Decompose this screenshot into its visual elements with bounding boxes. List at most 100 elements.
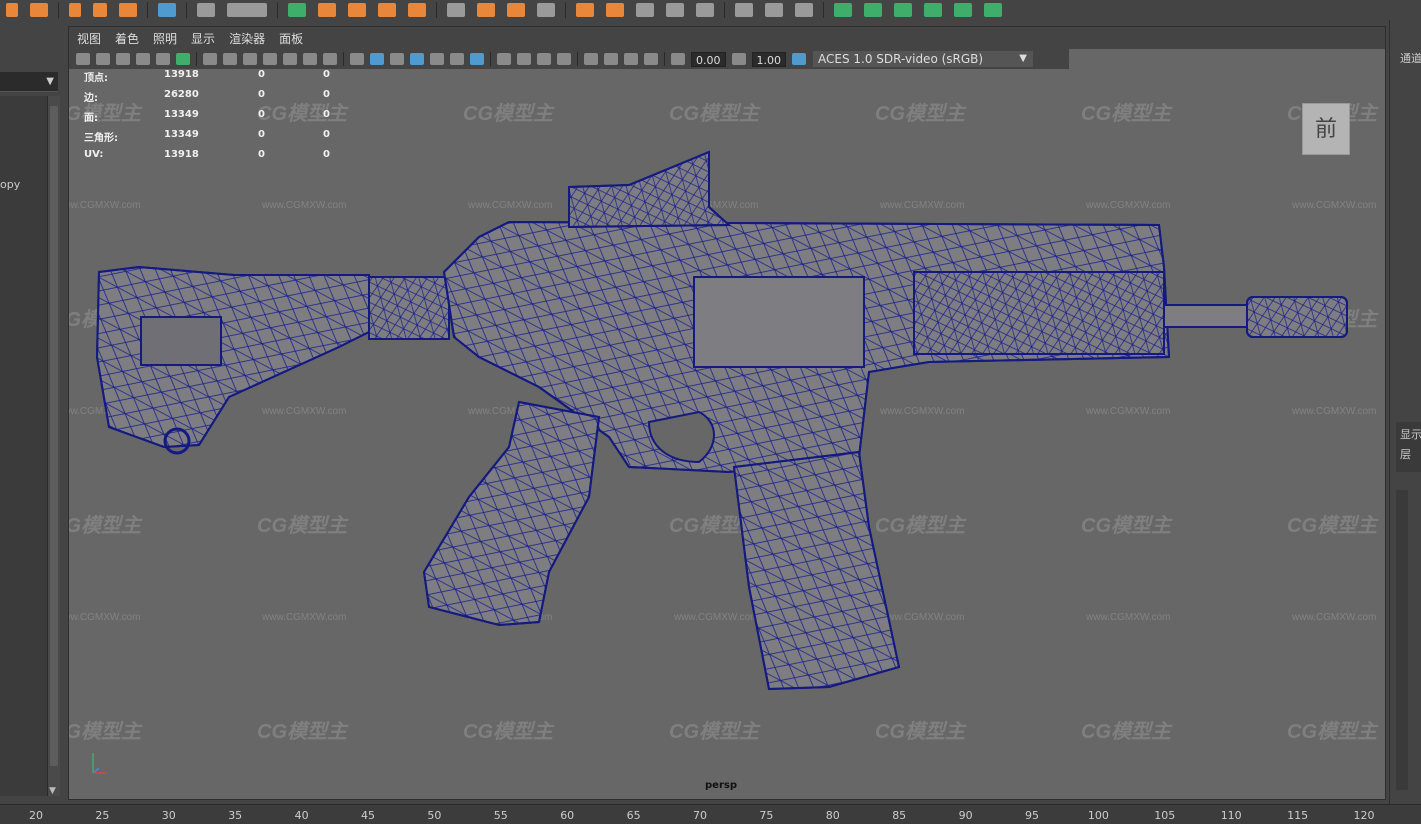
textured-icon[interactable] <box>430 53 444 65</box>
timeline-tick: 110 <box>1220 809 1242 822</box>
uv-icon[interactable] <box>408 3 426 17</box>
camera-icon[interactable] <box>537 3 555 17</box>
camera-icon[interactable] <box>76 53 90 65</box>
screen-space-ao-icon[interactable] <box>497 53 511 65</box>
render-icon[interactable] <box>477 3 495 17</box>
curve-icon[interactable] <box>795 3 813 17</box>
motion-blur-icon[interactable] <box>517 53 531 65</box>
hud-value: 13918 <box>164 149 199 160</box>
time-slider[interactable]: 20 25 30 35 40 45 50 55 60 65 70 75 80 85 90 95 100 105 11… <box>0 804 1421 824</box>
shadows-icon[interactable] <box>470 53 484 65</box>
gamma-icon[interactable] <box>731 53 746 65</box>
curve-icon[interactable] <box>288 3 306 17</box>
xray-icon[interactable] <box>604 53 618 65</box>
curve-icon[interactable] <box>834 3 852 17</box>
view-cube[interactable]: 前 <box>1302 103 1350 155</box>
film-gate-icon[interactable] <box>223 53 237 65</box>
image-plane-icon[interactable] <box>136 53 150 65</box>
shelf-separator <box>565 2 566 18</box>
gamma-field[interactable]: 1.00 <box>751 51 786 67</box>
curve-icon[interactable] <box>924 3 942 17</box>
grease-pencil-icon[interactable] <box>176 53 190 65</box>
menu-view[interactable]: 视图 <box>77 30 101 47</box>
channel-box-panel: 通道 显示 层 <box>1389 20 1421 804</box>
smooth-shade-icon[interactable] <box>370 53 384 65</box>
depth-of-field-icon[interactable] <box>557 53 571 65</box>
channel-box-label[interactable]: 通道 <box>1400 50 1421 66</box>
wireframe-icon[interactable] <box>350 53 364 65</box>
light-icon[interactable] <box>378 3 396 17</box>
lights-icon[interactable] <box>450 53 464 65</box>
anti-aliasing-icon[interactable] <box>537 53 551 65</box>
exposure-icon[interactable] <box>671 53 685 65</box>
light-icon[interactable] <box>606 3 624 17</box>
toolbar-separator <box>664 52 665 66</box>
view-transform-select[interactable]: ACES 1.0 SDR-video (sRGB) ▼ <box>813 51 1033 67</box>
timeline-tick: 105 <box>1154 809 1176 822</box>
bookmark-icon[interactable] <box>116 53 130 65</box>
xform-icon[interactable] <box>227 3 267 17</box>
timeline-tick: 55 <box>493 809 508 822</box>
rifle-magazine <box>732 450 901 691</box>
camera-icon[interactable] <box>197 3 215 17</box>
scrollbar-thumb[interactable] <box>50 106 58 766</box>
grid-icon[interactable] <box>158 3 176 17</box>
isolate-select-icon[interactable] <box>584 53 598 65</box>
outliner-item[interactable]: opy <box>0 178 20 191</box>
outliner-panel: ▼ opy ▼ <box>0 20 66 804</box>
timeline-tick: 100 <box>1087 809 1109 822</box>
color-management-icon[interactable] <box>792 53 806 65</box>
curve-icon[interactable] <box>894 3 912 17</box>
safe-title-icon[interactable] <box>323 53 337 65</box>
field-chart-icon[interactable] <box>283 53 297 65</box>
wireframe-on-shaded-icon[interactable] <box>410 53 424 65</box>
curve-icon[interactable] <box>864 3 882 17</box>
grid-icon[interactable] <box>666 3 684 17</box>
exposure-field[interactable]: 0.00 <box>691 51 726 67</box>
safe-action-icon[interactable] <box>303 53 317 65</box>
xray-joints-icon[interactable] <box>624 53 638 65</box>
rotate-icon[interactable] <box>93 3 107 17</box>
timeline-tick: 85 <box>892 809 907 822</box>
default-material-icon[interactable] <box>390 53 404 65</box>
resolution-gate-icon[interactable] <box>243 53 257 65</box>
layer-tab[interactable]: 层 <box>1400 446 1411 462</box>
move-icon[interactable] <box>30 3 48 17</box>
timeline-tick: 25 <box>95 809 110 822</box>
display-tab[interactable]: 显示 <box>1400 426 1421 442</box>
scale-icon[interactable] <box>69 3 81 17</box>
outliner-dropdown[interactable]: ▼ <box>0 72 58 92</box>
menu-renderer[interactable]: 渲染器 <box>229 30 265 47</box>
uv-icon[interactable] <box>636 3 654 17</box>
cube-icon[interactable] <box>696 3 714 17</box>
hud-value: 0 <box>323 109 330 120</box>
deform-icon[interactable] <box>318 3 336 17</box>
grid-icon[interactable] <box>203 53 217 65</box>
curve-icon[interactable] <box>954 3 972 17</box>
xray-components-icon[interactable] <box>644 53 658 65</box>
scroll-down-icon[interactable]: ▼ <box>49 786 56 796</box>
menu-lighting[interactable]: 照明 <box>153 30 177 47</box>
layer-scrollbar[interactable] <box>1396 490 1408 790</box>
timeline-tick: 90 <box>958 809 973 822</box>
gate-mask-icon[interactable] <box>263 53 277 65</box>
render-icon[interactable] <box>576 3 594 17</box>
viewport-panel[interactable]: CG模型主www.CGMXW.comCG模型主www.CGMXW.comCG模型… <box>68 26 1386 800</box>
sphere-icon[interactable] <box>6 3 18 17</box>
outliner-scrollbar[interactable]: ▼ <box>48 96 60 796</box>
menu-shading[interactable]: 着色 <box>115 30 139 47</box>
xform-icon[interactable] <box>765 3 783 17</box>
curve-icon[interactable] <box>984 3 1002 17</box>
hud-label: UV: <box>84 149 104 160</box>
shelf-separator <box>147 2 148 18</box>
menu-show[interactable]: 显示 <box>191 30 215 47</box>
deform-icon[interactable] <box>735 3 753 17</box>
camera-attributes-icon[interactable] <box>96 53 110 65</box>
render-icon[interactable] <box>348 3 366 17</box>
viewport-menubar: 视图 着色 照明 显示 渲染器 面板 <box>69 27 1385 49</box>
sculpt-icon[interactable] <box>447 3 465 17</box>
cube-icon[interactable] <box>119 3 137 17</box>
light-icon[interactable] <box>507 3 525 17</box>
menu-panels[interactable]: 面板 <box>279 30 303 47</box>
pan-zoom-icon[interactable] <box>156 53 170 65</box>
